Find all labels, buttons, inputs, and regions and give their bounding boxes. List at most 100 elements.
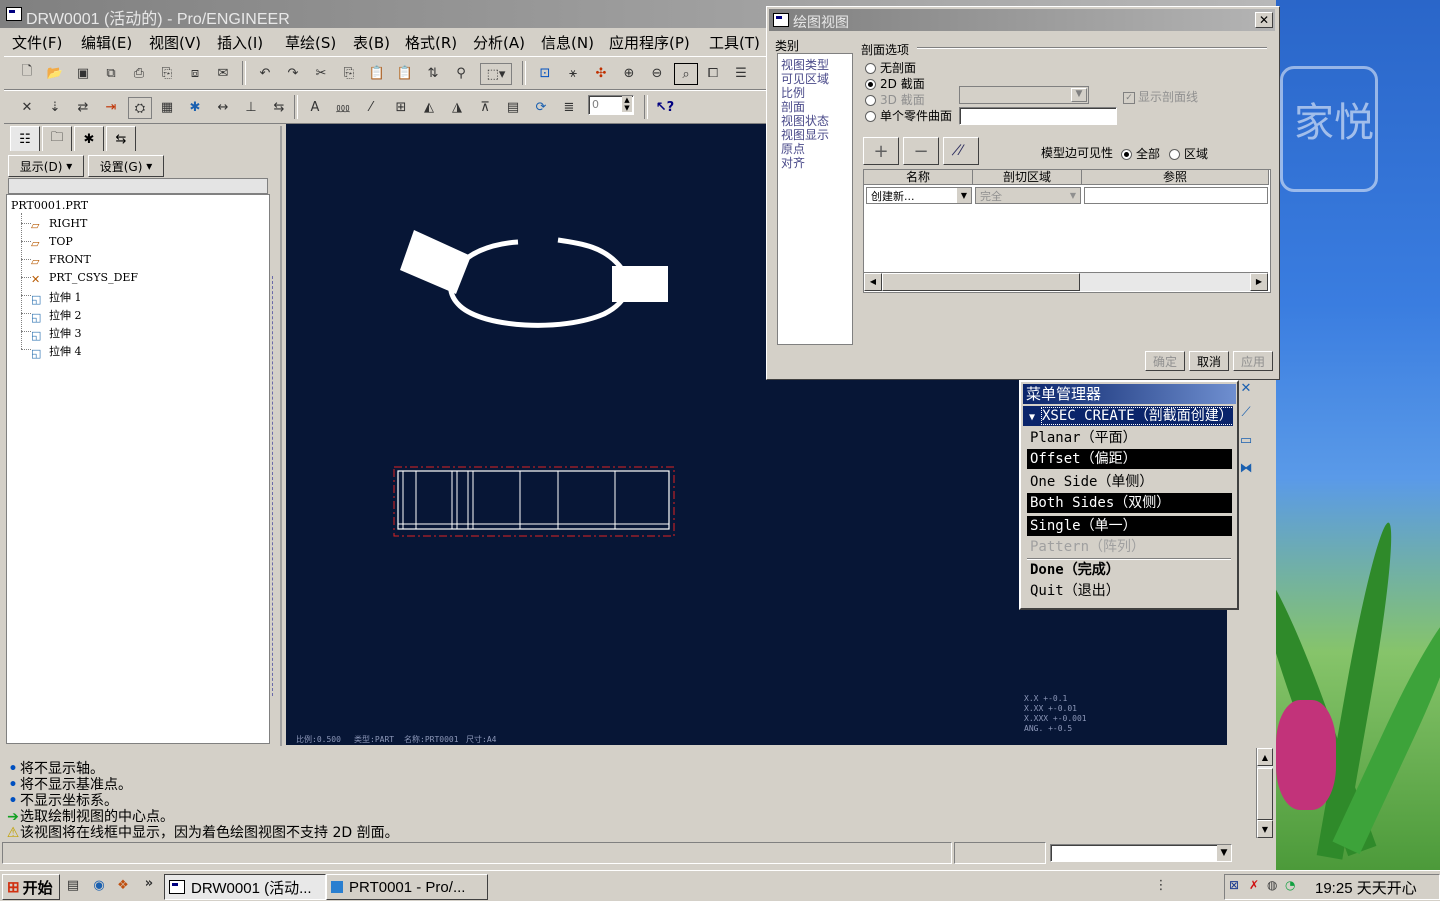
menu-applications[interactable]: 应用程序(P) xyxy=(609,32,690,53)
find-icon[interactable]: ⚲ xyxy=(450,63,472,83)
menu-sketch[interactable]: 草绘(S) xyxy=(285,32,336,53)
edge-area-radio[interactable]: 区域 xyxy=(1169,145,1208,162)
copy-icon[interactable]: ⎘ xyxy=(338,63,360,83)
redo-icon[interactable]: ↷ xyxy=(282,63,304,83)
help-icon[interactable]: ↖? xyxy=(654,97,676,117)
menu-analysis[interactable]: 分析(A) xyxy=(473,32,525,53)
radio-selected-icon[interactable] xyxy=(865,79,876,90)
task-prt0001[interactable]: PRT0001 - Pro/... xyxy=(326,874,488,900)
replace-icon[interactable]: ⇄ xyxy=(72,97,94,117)
scroll-thumb[interactable] xyxy=(1257,768,1273,820)
option-3d-section[interactable]: 3D 截面 xyxy=(865,91,925,108)
close-icon[interactable]: ✕ xyxy=(1255,12,1273,28)
scroll-right-icon[interactable]: ▶ xyxy=(1250,273,1268,291)
print-icon[interactable]: ⎙ xyxy=(128,63,150,83)
export-icon[interactable]: ⎘ xyxy=(156,63,178,83)
spinner-arrows[interactable]: ▲ ▼ xyxy=(622,96,632,112)
add-button[interactable]: + xyxy=(863,137,899,165)
surface-field[interactable] xyxy=(959,107,1117,125)
menu-edit[interactable]: 编辑(E) xyxy=(81,32,132,53)
name-dropdown[interactable]: 创建新... ▼ xyxy=(866,187,972,204)
show-annotations-icon[interactable]: ✱ xyxy=(184,97,206,117)
tree-item[interactable]: ◱ 拉伸 1 xyxy=(31,289,82,306)
chevron-right-icon[interactable]: » xyxy=(138,873,160,893)
language-icon[interactable]: ⋮ xyxy=(1150,875,1172,895)
tree-item[interactable]: ✕ PRT_CSYS_DEF xyxy=(31,271,138,286)
balloon-icon[interactable]: ⅏ xyxy=(332,97,354,117)
dimension-icon[interactable]: ↔ xyxy=(212,97,234,117)
ok-button[interactable]: 确定 xyxy=(1145,351,1185,371)
menu-table[interactable]: 表(B) xyxy=(353,32,390,53)
chevron-down-icon[interactable]: ▼ xyxy=(957,188,971,203)
symbol-icon[interactable]: ◭ xyxy=(418,97,440,117)
publish-icon[interactable]: ⧈ xyxy=(184,63,206,83)
table-insert-icon[interactable]: ▤ xyxy=(502,97,524,117)
menu-info[interactable]: 信息(N) xyxy=(541,32,594,53)
flip-button[interactable]: ⁄̸ xyxy=(943,137,979,165)
tree-item[interactable]: ◱ 拉伸 3 xyxy=(31,325,82,342)
datum-icon[interactable]: ⊼ xyxy=(474,97,496,117)
zoom-in-icon[interactable]: ⊕ xyxy=(618,63,640,83)
paste-special-icon[interactable]: 📋 xyxy=(394,63,416,83)
menu-item-done[interactable]: Done（完成） xyxy=(1027,560,1232,580)
gtol-icon[interactable]: ⊞ xyxy=(388,97,414,117)
save-icon[interactable]: ▣ xyxy=(72,63,94,83)
regenerate-icon[interactable]: ⇅ xyxy=(422,63,444,83)
antivirus-icon[interactable]: ✗ xyxy=(1249,878,1259,892)
show-hatch-checkbox[interactable]: ✓ 显示剖面线 xyxy=(1123,88,1198,105)
tab-folder-browser[interactable]: 🗀 xyxy=(42,126,72,151)
menu-header[interactable]: ▼ XSEC CREATE（剖截面创建） xyxy=(1023,406,1233,426)
scroll-up-icon[interactable]: ▲ xyxy=(1257,748,1273,766)
tab-connections[interactable]: ⇆ xyxy=(106,126,136,151)
chevron-down-icon[interactable]: ▼ xyxy=(1066,188,1080,203)
menu-item-one-side[interactable]: One Side（单侧） xyxy=(1027,472,1232,492)
option-no-section[interactable]: 无剖面 xyxy=(865,59,916,76)
save-copy-icon[interactable]: ⧉ xyxy=(100,63,122,83)
table-hscrollbar[interactable]: ◀ ▶ xyxy=(864,272,1268,291)
email-icon[interactable]: ✉ xyxy=(212,63,234,83)
edge-all-radio[interactable]: 全部 xyxy=(1121,145,1160,162)
menu-view[interactable]: 视图(V) xyxy=(149,32,201,53)
view-manager-icon[interactable]: ⧠ xyxy=(702,63,724,83)
new-icon[interactable]: 🗋 xyxy=(16,63,38,83)
menu-item-both-sides[interactable]: Both Sides（双侧） xyxy=(1027,493,1232,513)
menu-tools[interactable]: 工具(T) xyxy=(709,32,760,53)
tree-item[interactable]: ▱ RIGHT xyxy=(31,217,87,232)
cut-icon[interactable]: ✂ xyxy=(310,63,332,83)
menu-format[interactable]: 格式(R) xyxy=(405,32,457,53)
option-single-surface[interactable]: 单个零件曲面 xyxy=(865,107,952,124)
show-dropdown[interactable]: 显示(D) ▾ xyxy=(8,155,84,177)
menu-item-offset[interactable]: Offset（偏距） xyxy=(1027,449,1232,469)
bom-icon[interactable]: ≣ xyxy=(558,97,580,117)
chevron-down-icon[interactable]: ▼ xyxy=(1071,88,1087,102)
tree-item[interactable]: ◱ 拉伸 2 xyxy=(31,307,82,324)
insert-view-icon[interactable]: ⇥ xyxy=(100,97,122,117)
layers-icon[interactable]: ☰ xyxy=(730,63,752,83)
tab-favorites[interactable]: ✱ xyxy=(74,126,104,151)
radio-icon[interactable] xyxy=(1169,149,1180,160)
tree-root[interactable]: PRT0001.PRT xyxy=(11,199,88,212)
apply-button[interactable]: 应用 xyxy=(1233,351,1273,371)
reference-field[interactable] xyxy=(1084,187,1268,204)
option-2d-section[interactable]: 2D 截面 xyxy=(865,75,925,92)
settings-dropdown[interactable]: 设置(G) ▾ xyxy=(88,155,164,177)
region-dropdown[interactable]: 完全 ▼ xyxy=(975,187,1081,204)
show-desktop-icon[interactable]: ▤ xyxy=(62,875,84,895)
task-drw0001[interactable]: DRW0001 (活动... xyxy=(164,874,326,900)
ordinate-icon[interactable]: ⊥ xyxy=(240,97,262,117)
open-icon[interactable]: 📂 xyxy=(44,63,66,83)
section-3d-dropdown[interactable]: ▼ xyxy=(959,86,1089,104)
menu-insert[interactable]: 插入(I) xyxy=(217,32,263,53)
tab-model-tree[interactable]: ☷ xyxy=(10,126,40,151)
radio-icon[interactable] xyxy=(865,63,876,74)
zoom-out-icon[interactable]: ⊖ xyxy=(646,63,668,83)
tray-app-icon[interactable]: ◔ xyxy=(1285,878,1295,892)
remove-button[interactable]: − xyxy=(903,137,939,165)
radio-icon[interactable] xyxy=(865,95,876,106)
start-button[interactable]: ⊞ 开始 xyxy=(2,874,60,900)
volume-icon[interactable]: ◍ xyxy=(1267,878,1277,892)
ref-dimension-icon[interactable]: ⇆ xyxy=(268,97,290,117)
menu-item-planar[interactable]: Planar（平面） xyxy=(1027,428,1232,448)
network-icon[interactable]: ⊠ xyxy=(1229,878,1239,892)
symbol-custom-icon[interactable]: ◮ xyxy=(446,97,468,117)
